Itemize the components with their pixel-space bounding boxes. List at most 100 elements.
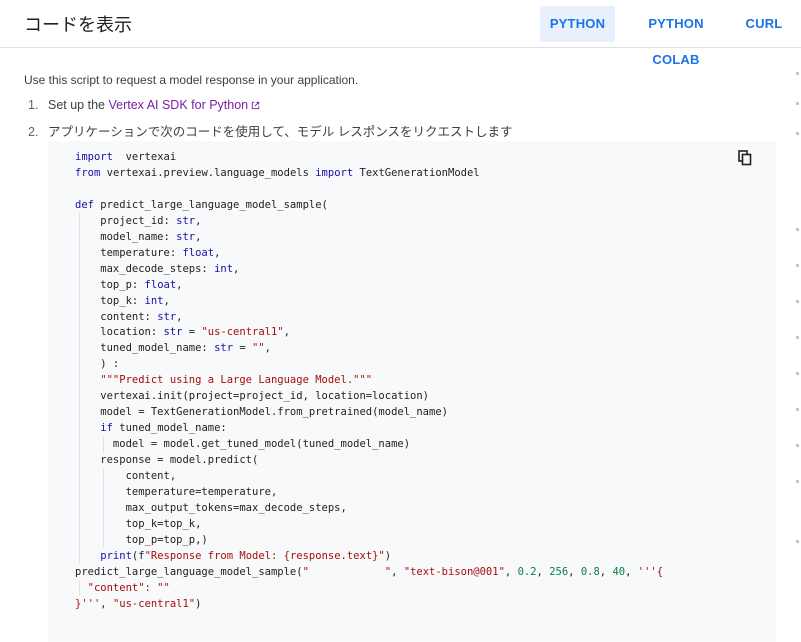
code-token: 256 (549, 565, 569, 578)
scroll-dot (796, 72, 799, 75)
tab-python[interactable]: PYTHON (540, 6, 615, 42)
code-token: print (75, 549, 132, 562)
code-text[interactable]: import vertexai from vertexai.preview.lan… (75, 150, 663, 613)
code-token: top_p=top_p,) (75, 533, 208, 546)
code-line: project_id: str, (75, 214, 663, 230)
code-line: model = TextGenerationModel.from_pretrai… (75, 405, 663, 421)
scroll-dot (796, 540, 799, 543)
code-token: , (195, 214, 202, 227)
code-token: import (75, 151, 113, 163)
code-line: top_p: float, (75, 278, 663, 294)
code-token: predict_large_language_model_sample( (93, 198, 328, 211)
scroll-dot (796, 444, 799, 447)
code-token: float (182, 246, 215, 259)
code-token: top_k=top_k, (75, 517, 202, 530)
step-text: Set up the (48, 98, 109, 112)
code-token: "Response from Model: {response.text}" (144, 549, 385, 562)
step-number: 2. (28, 125, 39, 139)
code-line: """Predict using a Large Language Model.… (75, 373, 663, 389)
code-token: ) (384, 549, 392, 562)
code-token: 40 (612, 565, 626, 578)
code-token: , (264, 342, 271, 355)
code-line: top_p=top_p,) (75, 533, 663, 549)
scroll-dot (796, 102, 799, 105)
code-token: max_output_tokens=max_decode_steps, (75, 501, 347, 514)
step-number: 1. (28, 98, 39, 112)
scroll-dot (796, 228, 799, 231)
code-line: if tuned_model_name: (75, 421, 663, 437)
step-2: 2. アプリケーションで次のコードを使用して、モデル レスポンスをリクエストします (28, 121, 512, 140)
code-token: tuned_model_name: (112, 422, 227, 435)
code-token: }''' (75, 597, 101, 610)
code-line: max_decode_steps: int, (75, 262, 663, 278)
code-token: """Predict using a Large Language Model.… (75, 374, 373, 387)
code-line: content: str, (75, 310, 663, 326)
tab-curl[interactable]: CURL (742, 6, 786, 42)
scroll-dot (796, 336, 799, 339)
code-token: str (157, 310, 177, 323)
code-token: predict_large_language_model_sample( (75, 565, 303, 578)
scroll-dot (796, 264, 799, 267)
code-token: , (163, 294, 170, 307)
code-token: , (195, 230, 202, 243)
code-token: "content": "" (75, 581, 170, 594)
tab-python-colab[interactable]: PYTHON COLAB (623, 6, 729, 67)
scroll-dot (796, 300, 799, 303)
code-token: , (176, 278, 183, 291)
code-token: model = model.get_tuned_model(tuned_mode… (75, 438, 411, 451)
code-token: def (75, 198, 94, 211)
scroll-dot (796, 480, 799, 483)
scroll-dot (796, 372, 799, 375)
code-token: "us-central1" (112, 597, 196, 610)
code-token: = (233, 342, 253, 355)
code-token: , (504, 565, 518, 578)
code-token: max_decode_steps: (75, 262, 215, 275)
code-line: temperature: float, (75, 246, 663, 262)
code-line: top_k=top_k, (75, 517, 663, 533)
scroll-dot (796, 132, 799, 135)
code-token: 0.8 (580, 565, 600, 578)
code-token: temperature: (75, 246, 183, 259)
code-line: }''', "us-central1") (75, 597, 663, 613)
vertex-ai-sdk-link[interactable]: Vertex AI SDK for Python (108, 98, 248, 112)
code-token: '''{ (637, 565, 664, 578)
step-1: 1. Set up the Vertex AI SDK for Python (28, 98, 261, 114)
external-link-icon[interactable] (250, 100, 261, 114)
code-token: model = TextGenerationModel.from_pretrai… (75, 406, 448, 419)
code-token: TextGenerationModel (353, 166, 480, 179)
code-token: temperature=temperature, (75, 486, 278, 499)
code-token: , (100, 597, 113, 610)
code-token: float (144, 278, 177, 291)
code-line: def predict_large_language_model_sample( (75, 198, 663, 214)
code-token: "us-central1" (201, 326, 284, 339)
code-line: max_output_tokens=max_decode_steps, (75, 501, 663, 517)
code-line: "content": "" (75, 581, 663, 597)
code-line: response = model.predict( (75, 453, 663, 469)
code-token: "text-bison@001" (403, 565, 505, 578)
code-token: response = model.predict( (75, 454, 259, 467)
code-token: from (75, 166, 101, 179)
code-line: model_name: str, (75, 230, 663, 246)
code-token: location: (75, 326, 164, 339)
code-token: "" (252, 342, 265, 355)
code-token: = (182, 326, 202, 339)
code-token: , (568, 565, 581, 578)
code-token: if (75, 422, 113, 435)
code-token: content: (75, 310, 158, 323)
code-token: import (315, 166, 354, 179)
copy-icon[interactable] (738, 150, 754, 166)
code-token: str (176, 214, 196, 227)
code-token: vertexai.preview.language_models (100, 166, 316, 179)
code-token: str (163, 326, 183, 339)
code-token: str (214, 342, 234, 355)
code-token: , (599, 565, 613, 578)
code-token: , (176, 310, 183, 323)
code-line: from vertexai.preview.language_models im… (75, 166, 663, 182)
code-token: , (391, 565, 404, 578)
scroll-dot (796, 408, 799, 411)
code-token: model_name: (75, 230, 177, 243)
code-token: project_id: (75, 214, 177, 227)
code-token: , (283, 326, 290, 339)
code-token: str (176, 230, 196, 243)
code-line: content, (75, 469, 663, 485)
